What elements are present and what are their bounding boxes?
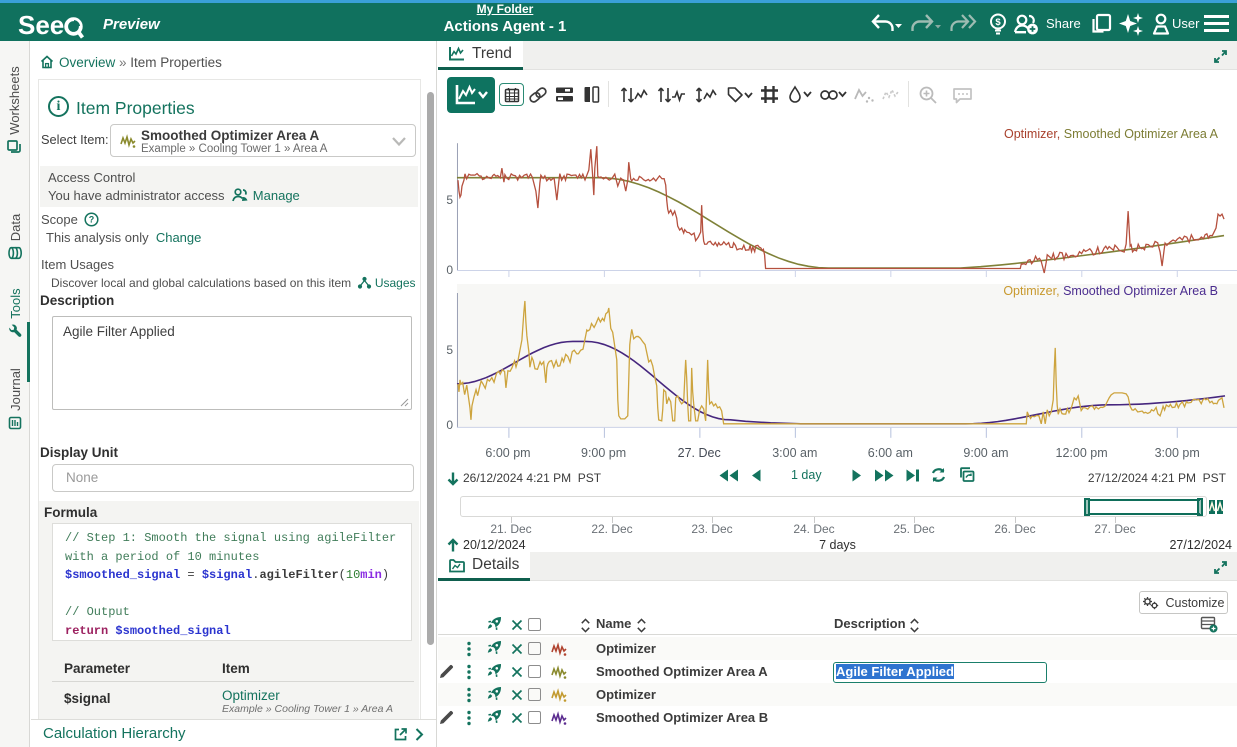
svg-text:?: ?: [89, 215, 95, 225]
svg-text:$: $: [995, 17, 1001, 28]
